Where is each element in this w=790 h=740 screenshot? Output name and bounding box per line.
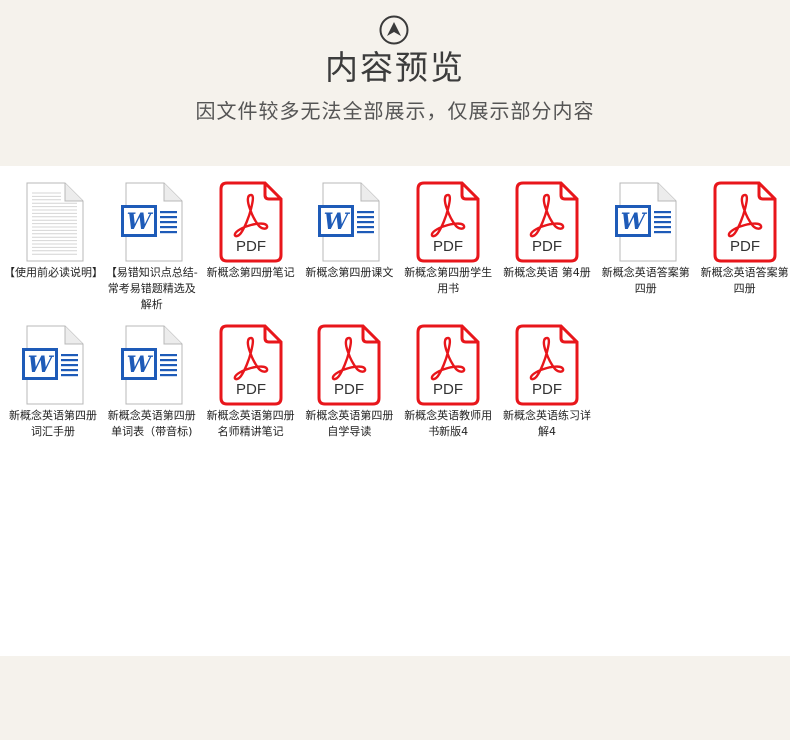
- pdf-document-icon: PDF: [317, 324, 381, 406]
- pdf-label-text: PDF: [236, 381, 266, 398]
- file-item[interactable]: W 新概念英语第四册词汇手册: [4, 324, 102, 466]
- pdf-document-icon: PDF: [515, 181, 579, 263]
- page-subtitle: 因文件较多无法全部展示，仅展示部分内容: [195, 99, 595, 123]
- pdf-label-text: PDF: [334, 381, 364, 398]
- pdf-document-icon: PDF: [219, 324, 283, 406]
- file-item[interactable]: W 新概念英语第四册单词表（带音标): [103, 324, 201, 466]
- file-item[interactable]: PDF 新概念英语第四册名师精讲笔记: [202, 324, 300, 466]
- text-document-icon: [21, 181, 85, 263]
- file-name-label: 新概念英语第四册单词表（带音标): [107, 409, 196, 438]
- file-item[interactable]: PDF 新概念英语教师用书新版4: [399, 324, 497, 466]
- file-name-label: 新概念第四册学生用书: [404, 266, 493, 295]
- file-grid: 【使用前必读说明】 W 【易错知识点总结-常考易错题精选及解析 PDF 新概念第四册笔记…: [0, 166, 790, 656]
- word-letter: W: [324, 209, 351, 235]
- file-item[interactable]: W 【易错知识点总结-常考易错题精选及解析: [103, 181, 201, 323]
- file-name-label: 【易错知识点总结-常考易错题精选及解析: [105, 266, 198, 311]
- file-item[interactable]: PDF 新概念第四册笔记: [202, 181, 300, 323]
- file-name-label: 新概念英语练习详解4: [503, 409, 591, 438]
- file-item[interactable]: PDF 新概念英语第四册自学导读: [300, 324, 398, 466]
- file-name-label: 新概念第四册笔记: [206, 266, 295, 279]
- file-item[interactable]: W 新概念英语答案第四册: [597, 181, 695, 323]
- word-document-icon: W: [614, 181, 678, 263]
- pdf-label-text: PDF: [532, 238, 562, 255]
- file-name-label: 新概念英语答案第四册: [601, 266, 690, 295]
- file-item[interactable]: PDF 新概念英语 第4册: [498, 181, 596, 323]
- preview-header: 内容预览 因文件较多无法全部展示，仅展示部分内容: [0, 0, 790, 166]
- file-item[interactable]: PDF 新概念英语练习详解4: [498, 324, 596, 466]
- pdf-label-text: PDF: [236, 238, 266, 255]
- file-name-label: 新概念英语第四册自学导读: [305, 409, 394, 438]
- file-name-label: 新概念第四册课文: [305, 266, 394, 279]
- file-name-label: 【使用前必读说明】: [4, 266, 103, 279]
- file-item[interactable]: 【使用前必读说明】: [4, 181, 103, 323]
- file-name-label: 新概念英语第四册词汇手册: [9, 409, 97, 438]
- word-letter: W: [28, 352, 55, 378]
- pdf-document-icon: PDF: [713, 181, 777, 263]
- file-name-label: 新概念英语第四册名师精讲笔记: [206, 409, 295, 438]
- pdf-label-text: PDF: [532, 381, 562, 398]
- preview-footer: [0, 656, 790, 740]
- pdf-label-text: PDF: [433, 381, 463, 398]
- pdf-document-icon: PDF: [219, 181, 283, 263]
- file-name-label: 新概念英语 第4册: [503, 266, 591, 279]
- file-name-label: 新概念英语答案第四册: [700, 266, 789, 295]
- file-name-label: 新概念英语教师用书新版4: [404, 409, 493, 438]
- pdf-document-icon: PDF: [416, 324, 480, 406]
- word-document-icon: W: [120, 324, 184, 406]
- word-document-icon: W: [317, 181, 381, 263]
- pdf-label-text: PDF: [730, 238, 760, 255]
- word-letter: W: [126, 209, 153, 235]
- pdf-document-icon: PDF: [416, 181, 480, 263]
- file-item[interactable]: PDF 新概念第四册学生用书: [399, 181, 497, 323]
- file-item[interactable]: W 新概念第四册课文: [300, 181, 398, 323]
- word-document-icon: W: [21, 324, 85, 406]
- pdf-label-text: PDF: [433, 238, 463, 255]
- page-title: 内容预览: [325, 48, 465, 87]
- file-item[interactable]: PDF 新概念英语答案第四册: [696, 181, 790, 323]
- word-document-icon: W: [120, 181, 184, 263]
- word-letter: W: [126, 352, 153, 378]
- up-arrow-circle-icon[interactable]: [379, 15, 409, 45]
- word-letter: W: [620, 209, 647, 235]
- pdf-document-icon: PDF: [515, 324, 579, 406]
